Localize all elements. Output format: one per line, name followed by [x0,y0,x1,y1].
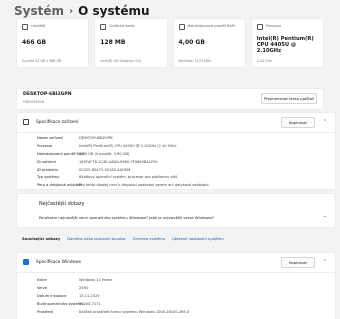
summary-cards: Úložiště 466 GB Využito 42 GB z 466 GB G… [16,18,324,68]
card-value: 128 MB [100,39,126,46]
spec-value: 26200.7171 [79,301,101,306]
card-sub: Intel(R) HD Graphics 510 [100,59,142,63]
windows-specs-panel: Specifikace Windows Kopírovat ⌃ Edice Win… [16,252,336,319]
windows-specs-title: Specifikace Windows [36,260,81,265]
processor-card: Procesor Intel(R) Pentium(R) CPU 4405U @… [250,18,324,68]
processor-icon [256,23,263,30]
faq-question[interactable]: Používám nejnovější verzi operačního sys… [39,215,214,220]
spec-key: Edice [37,277,47,282]
related-links: Související odkazy Doména nebo pracovní … [22,235,224,243]
copy-device-specs-button[interactable]: Kopírovat [281,117,315,128]
related-links-label: Související odkazy [22,237,61,241]
copy-windows-specs-button[interactable]: Kopírovat [281,257,315,268]
spec-row: Edice Windows 11 Home [17,276,335,284]
spec-key: Procesor [37,143,53,148]
spec-row: Verze 25H2 [17,284,335,292]
spec-key: Typ systému [37,175,60,180]
memory-icon [178,23,185,30]
spec-value: Windows 11 Home [79,277,113,282]
spec-value: Intel(R) Pentium(R) CPU 4405U @ 2.10GHz … [79,143,177,148]
ram-card: Nainstalovaná paměť RAM 4,00 GB Rychlost… [172,18,246,68]
spec-row: Datum instalace 13.11.2025 [17,292,335,300]
spec-key: Nainstalovaná paměť RAM [37,151,85,156]
spec-row: ID produktu 00325-80471-05182-AAOEM [17,166,335,174]
breadcrumb-separator: › [69,5,74,17]
spec-row: Build operačního systému 26200.7171 [17,300,335,308]
spec-value: Balíček prostředí funkcí systému Windows… [79,309,190,314]
card-label: Úložiště [31,23,46,28]
spec-key: Build operačního systému [37,301,84,306]
link-system-protection[interactable]: Ochrana systému [133,237,165,241]
card-value: 466 GB [22,39,47,46]
spec-row: Název zařízení DESKTOP-6BI2GPN [17,134,335,142]
card-sub: Rychlost: 2133 MHz [178,59,212,63]
spec-value: 185F4F78-1C4E-4ADA-9980-7F0840BA1F00 [79,159,158,164]
device-specs-panel: Specifikace zařízení Kopírovat ⌃ Název z… [16,112,336,190]
spec-value: Pro tento displej není k dispozici zadáv… [79,183,210,188]
spec-value: 4,00 GB (k použití: 3,90 GB) [79,151,130,156]
rename-pc-button[interactable]: Přejmenovat tento počítač [261,93,317,104]
graphics-icon [100,23,107,30]
storage-card: Úložiště 466 GB Využito 42 GB z 466 GB [16,18,90,68]
graphics-card: Grafická karta 128 MB Intel(R) HD Graphi… [94,18,168,68]
device-row: DESKTOP-6BI2GPN P4B105ESCB Přejmenovat t… [16,88,324,110]
chevron-up-icon[interactable]: ⌃ [323,119,327,125]
spec-row: Nainstalovaná paměť RAM 4,00 GB (k použit… [17,150,335,158]
card-value: Intel(R) Pentium(R) CPU 4405U @ 2.10GHz [256,36,314,54]
chevron-down-icon[interactable]: ⌄ [323,213,327,219]
device-specs-header[interactable]: Specifikace zařízení Kopírovat ⌃ [17,113,335,133]
card-value: 4,00 GB [178,39,205,46]
page-title: O systému [78,4,150,18]
info-icon [23,119,29,125]
spec-key: Prostředí [37,309,53,314]
breadcrumb-system[interactable]: Systém [14,4,64,18]
storage-icon [22,23,28,30]
spec-row: ID zařízení 185F4F78-1C4E-4ADA-9980-7F084… [17,158,335,166]
spec-value: DESKTOP-6BI2GPN [79,135,113,140]
link-advanced-settings[interactable]: Upřesnit nastavení systému [172,237,224,241]
spec-row: Prostředí Balíček prostředí funkcí systém… [17,308,335,316]
windows-specs-header[interactable]: Specifikace Windows Kopírovat ⌃ [17,253,335,273]
spec-key: ID produktu [37,167,59,172]
card-label: Grafická karta [109,23,135,28]
spec-row: Procesor Intel(R) Pentium(R) CPU 4405U @ … [17,142,335,150]
spec-value: 25H2 [79,285,89,290]
chevron-up-icon[interactable]: ⌃ [323,259,327,265]
spec-value: 00325-80471-05182-AAOEM [79,167,131,172]
spec-value: 64bitový operační systém, procesor pro p… [79,175,178,180]
spec-value: 13.11.2025 [79,293,100,298]
spec-key: ID zařízení [37,159,56,164]
windows-logo-icon [23,259,29,265]
spec-row: Typ systému 64bitový operační systém, pro… [17,173,335,181]
card-sub: Využito 42 GB z 466 GB [22,59,62,63]
device-model: P4B105ESCB [23,100,45,104]
card-label: Nainstalovaná paměť RAM [187,23,235,28]
card-sub: 2.10 GHz [256,59,272,63]
device-name: DESKTOP-6BI2GPN [23,92,72,97]
spec-key: Pero a dotykové ovládání [37,183,83,188]
spec-key: Název zařízení [37,135,64,140]
card-label: Procesor [265,23,282,28]
spec-key: Datum instalace [37,293,67,298]
spec-key: Verze [37,285,47,290]
faq-title: Nejčastější dotazy [39,201,85,207]
link-domain-workgroup[interactable]: Doména nebo pracovní skupina [67,237,125,241]
device-specs-title: Specifikace zařízení [36,120,79,125]
breadcrumb: Systém › O systému [14,3,150,19]
spec-row: Pero a dotykové ovládání Pro tento disple… [17,181,335,189]
faq-panel: Nejčastější dotazy Používám nejnovější v… [16,193,336,228]
